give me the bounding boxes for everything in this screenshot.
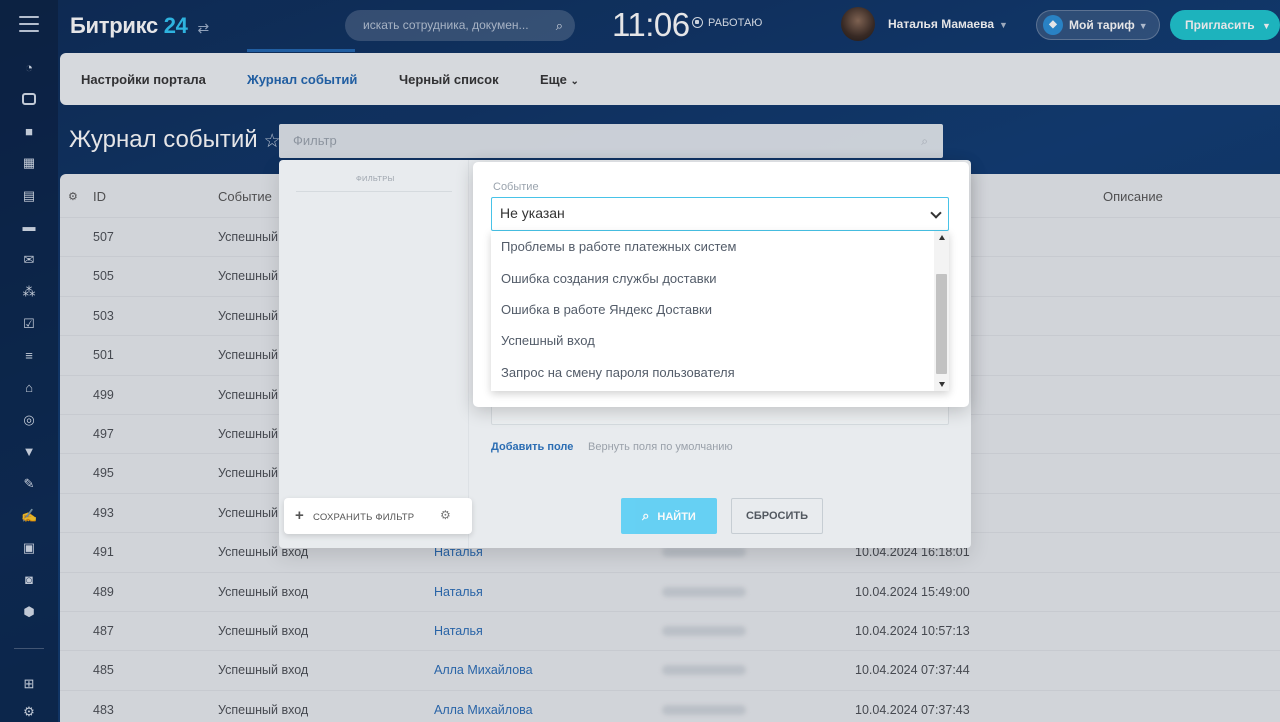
event-field-popup: Событие Не указан Проблемы в работе плат… [473, 162, 969, 407]
option-yandex-delivery-error[interactable]: Ошибка в работе Яндекс Доставки [501, 302, 712, 317]
search-icon: ⌕ [642, 508, 650, 523]
find-button[interactable]: ⌕ НАЙТИ [621, 498, 717, 534]
scrollbar-thumb[interactable] [936, 274, 947, 374]
find-label: НАЙТИ [657, 511, 696, 523]
option-payment-problems[interactable]: Проблемы в работе платежных систем [501, 239, 736, 254]
save-filter-button[interactable]: + СОХРАНИТЬ ФИЛЬТР ⚙ [284, 498, 472, 534]
option-delivery-create-error[interactable]: Ошибка создания службы доставки [501, 271, 717, 286]
reset-button[interactable]: СБРОСИТЬ [731, 498, 823, 534]
presets-label: ФИЛЬТРЫ [356, 174, 395, 183]
plus-icon: + [295, 507, 304, 524]
scrollbar[interactable] [934, 231, 949, 391]
event-field-label: Событие [493, 181, 539, 193]
filter-presets: ФИЛЬТРЫ [279, 160, 469, 548]
option-successful-login[interactable]: Успешный вход [501, 333, 595, 348]
event-select-value: Не указан [500, 205, 565, 221]
save-filter-label: СОХРАНИТЬ ФИЛЬТР [313, 512, 415, 523]
scroll-down-icon[interactable] [939, 382, 945, 387]
scroll-up-icon[interactable] [939, 235, 945, 240]
add-field-link[interactable]: Добавить поле [491, 441, 573, 453]
restore-fields-link[interactable]: Вернуть поля по умолчанию [588, 441, 733, 453]
event-options-list: Проблемы в работе платежных систем Ошибк… [491, 231, 949, 391]
gear-icon[interactable]: ⚙ [440, 508, 451, 522]
chevron-down-icon [930, 207, 942, 219]
option-password-change-request[interactable]: Запрос на смену пароля пользователя [501, 365, 735, 380]
event-select[interactable]: Не указан [491, 197, 949, 231]
presets-divider [296, 191, 452, 192]
